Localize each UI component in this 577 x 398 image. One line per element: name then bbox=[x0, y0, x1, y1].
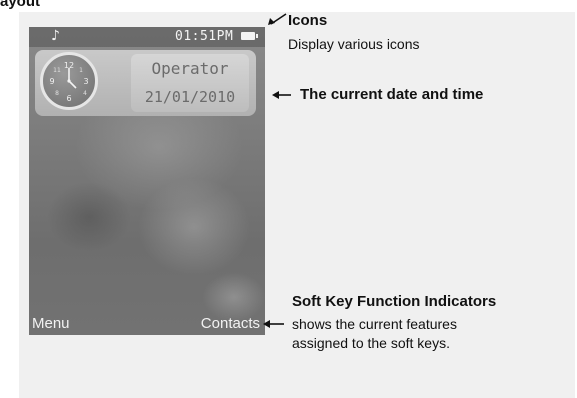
phone-screen: ♪ 01:51PM 12 3 6 9 1 4 8 11 Operator 21/… bbox=[29, 27, 265, 335]
softkeys-annotation-line1: shows the current features bbox=[292, 316, 457, 332]
svg-text:6: 6 bbox=[66, 94, 71, 103]
svg-text:11: 11 bbox=[53, 67, 61, 74]
date-time-widget: 12 3 6 9 1 4 8 11 Operator 21/01/2010 bbox=[35, 50, 256, 116]
softkeys-annotation-line2: assigned to the soft keys. bbox=[292, 335, 450, 351]
status-bar: ♪ 01:51PM bbox=[29, 27, 265, 47]
svg-text:8: 8 bbox=[55, 90, 59, 97]
arrow-icon bbox=[268, 13, 287, 25]
status-time: 01:51PM bbox=[175, 29, 234, 44]
softkey-contacts[interactable]: Contacts bbox=[201, 315, 260, 332]
svg-text:3: 3 bbox=[83, 77, 88, 86]
date-time-annotation: The current date and time bbox=[300, 86, 484, 103]
clock-icon: 12 3 6 9 1 4 8 11 bbox=[40, 52, 98, 110]
softkeys-annotation-title: Soft Key Function Indicators bbox=[292, 293, 497, 310]
arrow-icon bbox=[263, 320, 284, 328]
icons-annotation-title: Icons bbox=[288, 12, 328, 29]
svg-text:1: 1 bbox=[79, 67, 83, 74]
current-date: 21/01/2010 bbox=[144, 88, 236, 106]
icons-annotation-body: Display various icons bbox=[288, 36, 420, 52]
clock-face: 12 3 6 9 1 4 8 11 bbox=[49, 61, 88, 103]
operator-date-tag: Operator 21/01/2010 bbox=[131, 54, 249, 112]
operator-name: Operator bbox=[151, 59, 229, 78]
music-note-icon: ♪ bbox=[51, 28, 60, 44]
svg-text:4: 4 bbox=[83, 90, 87, 97]
heading-fragment: ayout bbox=[0, 0, 41, 10]
arrow-icon bbox=[272, 91, 291, 99]
softkey-menu[interactable]: Menu bbox=[32, 315, 70, 332]
battery-icon bbox=[241, 32, 258, 40]
svg-text:9: 9 bbox=[49, 77, 54, 86]
